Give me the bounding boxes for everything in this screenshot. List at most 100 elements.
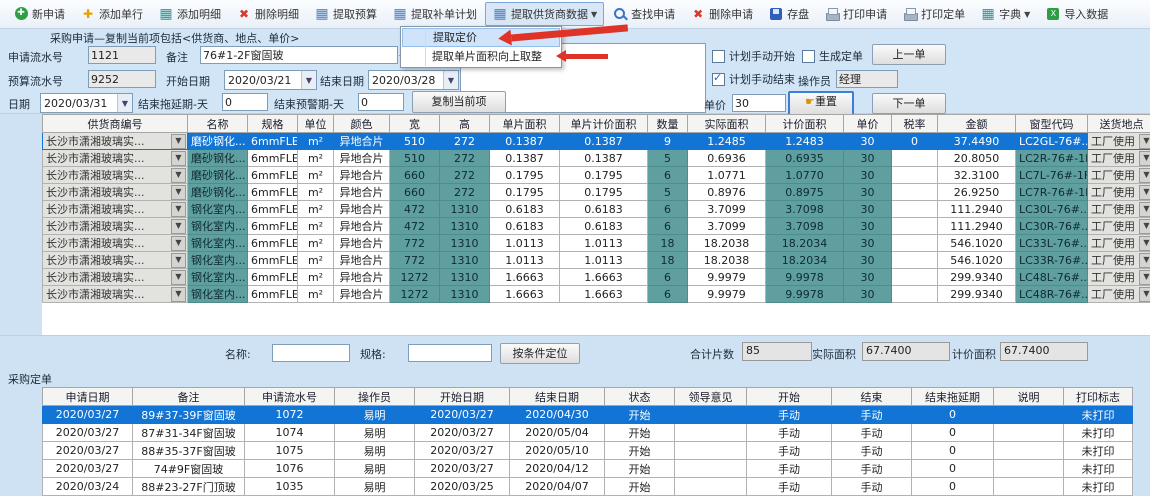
cell[interactable]: 272 — [440, 150, 490, 167]
chevron-down-icon[interactable]: ▼ — [171, 151, 186, 166]
cell[interactable]: ▼工厂使用 — [1088, 218, 1150, 235]
cell[interactable]: 9.9978 — [766, 286, 844, 303]
cell[interactable]: LC2GL-76#... — [1016, 133, 1088, 150]
chevron-down-icon[interactable]: ▼ — [171, 270, 186, 285]
table-row[interactable]: ▼长沙市潇湘玻璃实...钢化室内...6mmFLE...m²异地合片472131… — [43, 218, 1150, 235]
locate-by-condition-button[interactable]: 按条件定位 — [500, 343, 580, 364]
cell[interactable]: 磨砂钢化... — [188, 150, 248, 167]
cell[interactable]: 510 — [390, 133, 440, 150]
cell[interactable]: ▼工厂使用 — [1088, 269, 1150, 286]
column-header[interactable]: 单价 — [844, 115, 892, 133]
chevron-down-icon[interactable]: ▼ — [1139, 168, 1150, 183]
column-header[interactable]: 说明 — [994, 388, 1064, 406]
table-row[interactable]: ▼长沙市潇湘玻璃实...钢化室内...6mmFLE...m²异地合片772131… — [43, 252, 1150, 269]
cell[interactable]: 易明 — [335, 460, 415, 478]
chevron-down-icon[interactable]: ▼ — [1139, 287, 1150, 302]
cell[interactable]: 手动 — [832, 406, 912, 424]
save-button[interactable]: 存盘 — [761, 2, 816, 26]
column-header[interactable]: 送货地点 — [1088, 115, 1150, 133]
cell[interactable]: 2020/03/27 — [415, 424, 510, 442]
cell[interactable]: 30 — [844, 269, 892, 286]
cell[interactable] — [675, 442, 747, 460]
cell[interactable]: 手动 — [747, 406, 832, 424]
cell[interactable]: 18 — [648, 235, 688, 252]
cell[interactable]: 30 — [844, 133, 892, 150]
cell[interactable]: 2020/04/30 — [510, 406, 605, 424]
chevron-down-icon[interactable]: ▼ — [171, 185, 186, 200]
cell[interactable]: 272 — [440, 133, 490, 150]
column-header[interactable]: 高 — [440, 115, 490, 133]
cell[interactable]: 5 — [648, 150, 688, 167]
cell[interactable]: 开始 — [605, 460, 675, 478]
table-row[interactable]: ▼长沙市潇湘玻璃实...钢化室内...6mmFLE...m²异地合片127213… — [43, 286, 1150, 303]
cell[interactable]: 0 — [912, 460, 994, 478]
filter-name-input[interactable] — [272, 344, 350, 362]
cell[interactable]: 手动 — [747, 460, 832, 478]
column-header[interactable]: 开始日期 — [415, 388, 510, 406]
cell[interactable] — [675, 406, 747, 424]
cell[interactable]: 2020/03/24 — [43, 478, 133, 496]
cell[interactable]: m² — [298, 133, 334, 150]
column-header[interactable]: 颜色 — [334, 115, 390, 133]
cell[interactable] — [675, 460, 747, 478]
cell[interactable]: 20.8050 — [938, 150, 1016, 167]
column-header[interactable]: 实际面积 — [688, 115, 766, 133]
cell[interactable]: 772 — [390, 235, 440, 252]
cell[interactable]: 2020/04/12 — [510, 460, 605, 478]
cell[interactable]: 1310 — [440, 201, 490, 218]
cell[interactable]: ▼长沙市潇湘玻璃实... — [43, 269, 188, 286]
column-header[interactable]: 窗型代码 — [1016, 115, 1088, 133]
cell[interactable]: ▼工厂使用 — [1088, 167, 1150, 184]
cell[interactable]: 0.1795 — [490, 184, 560, 201]
cell[interactable]: 2020/03/27 — [415, 460, 510, 478]
manual-end-checkbox[interactable]: 计划手动结束 — [712, 71, 795, 87]
cell[interactable]: 30 — [844, 235, 892, 252]
chevron-down-icon[interactable]: ▼ — [1139, 134, 1150, 149]
cell[interactable]: 272 — [440, 167, 490, 184]
cell[interactable]: 2020/03/27 — [43, 424, 133, 442]
cell[interactable]: 6mmFLE... — [248, 286, 298, 303]
cell[interactable]: 0.1387 — [560, 150, 648, 167]
cell[interactable]: ▼工厂使用 — [1088, 133, 1150, 150]
cell[interactable]: 异地合片 — [334, 252, 390, 269]
cell[interactable] — [892, 184, 938, 201]
cell[interactable]: 0.8975 — [766, 184, 844, 201]
chevron-down-icon[interactable]: ▼ — [117, 94, 132, 112]
next-order-button[interactable]: 下一单 — [872, 93, 946, 114]
cell[interactable]: 钢化室内... — [188, 201, 248, 218]
cell[interactable]: 660 — [390, 184, 440, 201]
table-row[interactable]: ▼长沙市潇湘玻璃实...磨砂钢化...6mmFLE...m²异地合片660272… — [43, 184, 1150, 201]
cell[interactable]: 510 — [390, 150, 440, 167]
cell[interactable]: 87#31-34F窗固玻 — [133, 424, 245, 442]
cell[interactable]: 未打印 — [1064, 424, 1133, 442]
cell[interactable] — [892, 201, 938, 218]
request-no-field[interactable] — [88, 46, 156, 64]
cell[interactable]: 易明 — [335, 478, 415, 496]
menu-item-extract-area-roundup[interactable]: 提取单片面积向上取整 — [402, 47, 560, 66]
cell[interactable]: LC30R-76#... — [1016, 218, 1088, 235]
cell[interactable]: 299.9340 — [938, 269, 1016, 286]
cell[interactable]: 772 — [390, 252, 440, 269]
cell[interactable]: 88#35-37F窗固玻 — [133, 442, 245, 460]
cell[interactable]: 0.6183 — [490, 218, 560, 235]
remark-field[interactable] — [200, 46, 398, 64]
cell[interactable]: 1272 — [390, 286, 440, 303]
cell[interactable]: 1272 — [390, 269, 440, 286]
table-row[interactable]: 2020/03/2789#37-39F窗固玻1072易明2020/03/2720… — [43, 406, 1133, 424]
cell[interactable]: 89#37-39F窗固玻 — [133, 406, 245, 424]
generate-order-checkbox[interactable]: 生成定单 — [802, 48, 863, 64]
filter-spec-input[interactable] — [408, 344, 492, 362]
cell[interactable]: 272 — [440, 184, 490, 201]
table-row[interactable]: ▼长沙市潇湘玻璃实...磨砂钢化...6mmFLE...m²异地合片510272… — [43, 150, 1150, 167]
cell[interactable]: 钢化室内... — [188, 269, 248, 286]
cell[interactable]: 0.6183 — [490, 201, 560, 218]
cell[interactable] — [892, 269, 938, 286]
cell[interactable]: 74#9F窗固玻 — [133, 460, 245, 478]
cell[interactable]: 易明 — [335, 442, 415, 460]
end-warn-field[interactable] — [358, 93, 404, 111]
cell[interactable]: 0 — [912, 478, 994, 496]
cell[interactable]: 88#23-27F门顶玻 — [133, 478, 245, 496]
cell[interactable]: 异地合片 — [334, 167, 390, 184]
cell[interactable] — [994, 442, 1064, 460]
cell[interactable] — [892, 150, 938, 167]
